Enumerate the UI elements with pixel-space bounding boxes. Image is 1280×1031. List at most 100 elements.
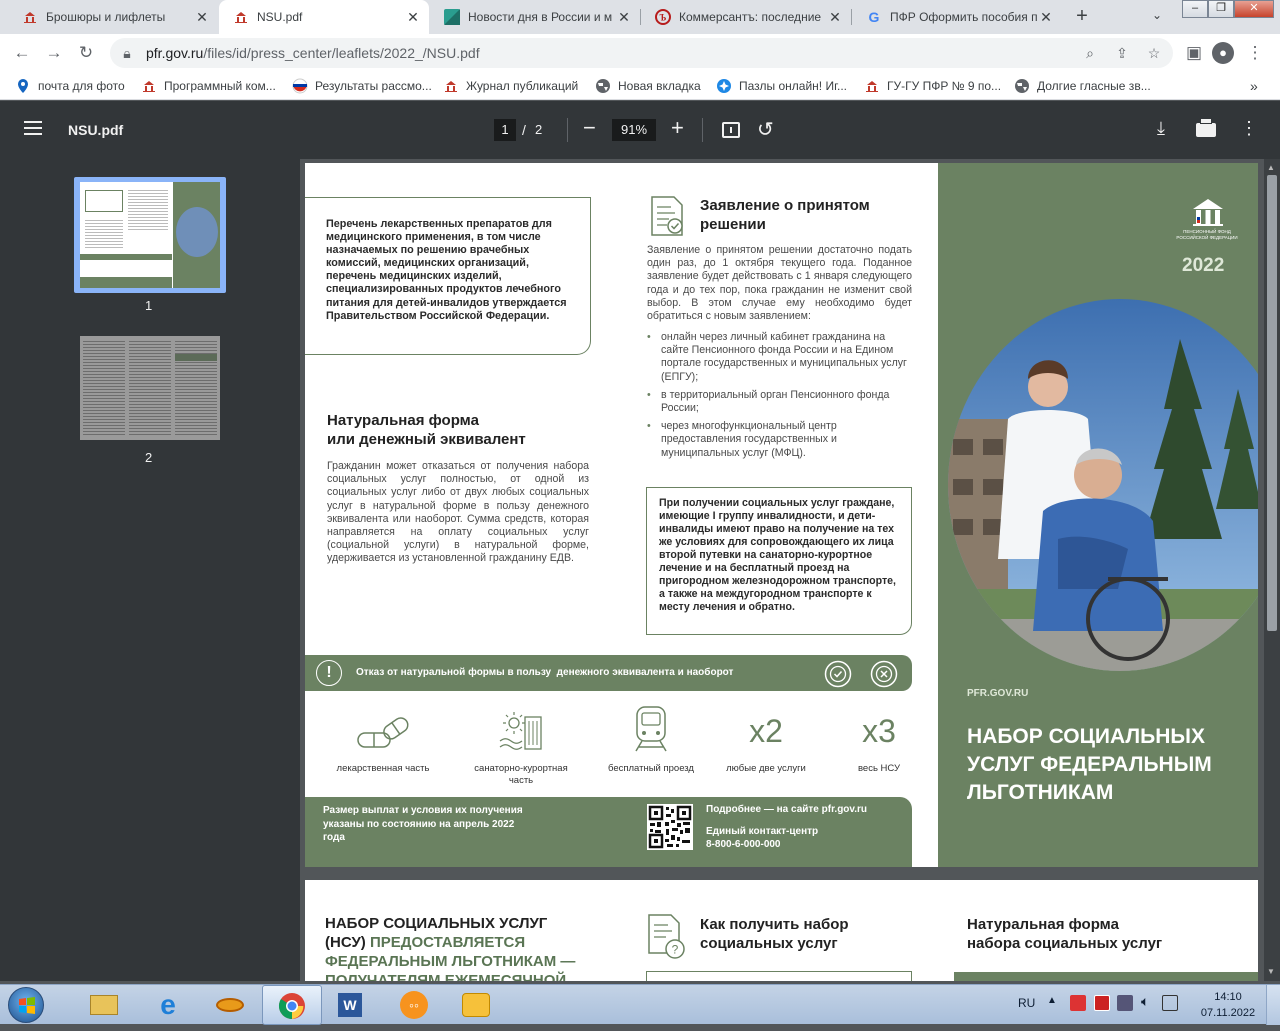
- tray-display-icon[interactable]: [1162, 995, 1178, 1011]
- hamburger-menu-icon[interactable]: [24, 121, 42, 135]
- pdf-viewer[interactable]: Перечень лекарственных препаратов для ме…: [300, 159, 1264, 981]
- close-icon[interactable]: ✕: [194, 9, 210, 25]
- page-separator: /: [522, 122, 526, 138]
- sanatorium-rights-text: При получении социальных услуг граждане,…: [659, 497, 896, 613]
- decision-title-line2: решении: [700, 216, 766, 233]
- share-icon[interactable]: ⇪: [1113, 44, 1131, 62]
- bookmark-item[interactable]: Новая вкладка: [595, 78, 701, 94]
- natural-set-title-line1: Натуральная форма: [967, 916, 1119, 933]
- forward-button[interactable]: →: [41, 40, 67, 66]
- app-mail-icon[interactable]: [458, 989, 494, 1021]
- internet-explorer-icon[interactable]: e: [150, 989, 186, 1021]
- natural-form-title-line2: или денежный эквивалент: [327, 431, 526, 448]
- tray-network-icon[interactable]: [1117, 995, 1133, 1011]
- url-path: /files/id/press_center/leaflets/2022_/NS…: [203, 45, 480, 61]
- bookmark-item[interactable]: Журнал публикаций: [443, 78, 578, 94]
- rotate-icon[interactable]: ↺: [757, 117, 774, 142]
- bookmark-item[interactable]: Программный ком...: [141, 78, 276, 94]
- scrollbar-thumb[interactable]: [1267, 175, 1277, 631]
- tab-kommersant[interactable]: Ъ Коммерсантъ: последние ✕: [641, 0, 851, 34]
- lock-icon[interactable]: 🔒︎: [118, 44, 136, 62]
- volume-icon[interactable]: 🔈︎: [1141, 993, 1149, 1010]
- bookmarks-overflow-icon[interactable]: »: [1250, 78, 1258, 94]
- x2-mark: x2: [749, 713, 783, 749]
- bookmark-label: ГУ-ГУ ПФР № 9 по...: [887, 79, 1002, 93]
- pfr-logo-icon: [235, 12, 247, 23]
- download-icon[interactable]: ⤓: [1157, 118, 1165, 139]
- address-bar[interactable]: 🔒︎ pfr.gov.ru/files/id/press_center/leaf…: [110, 38, 1173, 68]
- icon-label: санаторно-курортная часть: [474, 763, 568, 786]
- bookmark-label: Журнал публикаций: [466, 79, 579, 93]
- close-icon[interactable]: ✕: [827, 9, 843, 25]
- zoom-out-icon[interactable]: −: [583, 116, 596, 140]
- news-site-icon: [444, 9, 460, 25]
- zoom-search-icon[interactable]: ⌕: [1081, 44, 1099, 62]
- icon-label: весь НСУ: [857, 763, 900, 774]
- close-icon[interactable]: ✕: [616, 9, 632, 25]
- fit-to-page-icon[interactable]: [722, 122, 740, 138]
- tab-news[interactable]: Новости дня в России и м ✕: [430, 0, 640, 34]
- menu-dots-icon[interactable]: ⋮: [1242, 40, 1268, 66]
- tray-app-icon[interactable]: [1094, 995, 1110, 1011]
- close-icon[interactable]: ✕: [405, 9, 421, 25]
- print-icon[interactable]: [1196, 118, 1216, 137]
- tab-nsu-pdf[interactable]: NSU.pdf ✕: [219, 0, 429, 34]
- pdf-page-1: Перечень лекарственных препаратов для ме…: [305, 163, 1258, 867]
- word-icon[interactable]: W: [332, 989, 368, 1021]
- cover-site: PFR.GOV.RU: [967, 688, 1029, 699]
- maximize-button[interactable]: ❐: [1208, 0, 1234, 18]
- new-tab-button[interactable]: +: [1070, 5, 1094, 29]
- back-button[interactable]: ←: [9, 40, 35, 66]
- document-question-icon: ?: [648, 914, 685, 959]
- app-odnoklassniki-icon[interactable]: ◦◦: [396, 989, 432, 1021]
- language-indicator[interactable]: RU: [1018, 996, 1035, 1010]
- tray-expand-icon[interactable]: ▲: [1047, 995, 1057, 1006]
- tray-security-icon[interactable]: [1070, 995, 1086, 1011]
- pdf-toolbar: NSU.pdf 1 / 2 − 91% + ↺ ⤓ ⋮: [0, 101, 1280, 159]
- bookmark-item[interactable]: Результаты рассмо...: [292, 78, 432, 94]
- scroll-down-icon[interactable]: ▼: [1267, 967, 1275, 976]
- tab-brochures[interactable]: Брошюры и лифлеты ✕: [8, 0, 218, 34]
- thumbnail-page-2[interactable]: [80, 336, 220, 440]
- drugs-list-text: Перечень лекарственных препаратов для ме…: [326, 218, 567, 322]
- show-desktop-button[interactable]: [1266, 985, 1280, 1025]
- page-number-input[interactable]: 1: [494, 119, 516, 141]
- close-icon[interactable]: ✕: [1038, 9, 1054, 25]
- pfr-logo-icon: [866, 81, 878, 92]
- footer-contact-label: Единый контакт-центр: [706, 826, 819, 837]
- natural-form-text: Гражданин может отказаться от получения …: [327, 460, 589, 565]
- scroll-up-icon[interactable]: ▲: [1267, 163, 1275, 172]
- explorer-icon[interactable]: [86, 989, 122, 1021]
- bookmark-item[interactable]: Пазлы онлайн! Иг...: [716, 78, 847, 94]
- profile-avatar[interactable]: ●: [1212, 42, 1234, 64]
- zoom-level-input[interactable]: 91%: [612, 119, 656, 141]
- how-title-line2: социальных услуг: [700, 935, 838, 952]
- tab-search-chevron-icon[interactable]: ⌄: [1152, 8, 1162, 22]
- app-eye-icon[interactable]: [212, 989, 248, 1021]
- bookmark-item[interactable]: Долгие гласные зв...: [1014, 78, 1151, 94]
- zoom-in-icon[interactable]: +: [671, 116, 684, 140]
- train-icon: [635, 706, 667, 752]
- clock-time[interactable]: 14:10: [1200, 991, 1256, 1003]
- bookmark-item[interactable]: почта для фото: [15, 78, 125, 94]
- decision-title-line1: Заявление о принятом: [700, 197, 870, 214]
- window-close-button[interactable]: ✕: [1234, 0, 1274, 18]
- vertical-scrollbar[interactable]: ▲ ▼: [1264, 159, 1280, 981]
- side-panel-icon[interactable]: ▣: [1181, 40, 1207, 66]
- url-host: pfr.gov.ru: [146, 45, 204, 61]
- thumbnail-page-1[interactable]: [80, 182, 220, 288]
- globe-icon: [596, 79, 610, 93]
- bookmark-item[interactable]: ГУ-ГУ ПФР № 9 по...: [864, 78, 1001, 94]
- start-button[interactable]: [8, 987, 44, 1023]
- bookmark-star-icon[interactable]: ☆: [1145, 44, 1163, 62]
- footer-more-info: Подробнее — на сайте pfr.gov.ru: [706, 804, 868, 815]
- minimize-button[interactable]: –: [1182, 0, 1208, 18]
- pfr-logo-text: ПЕНСИОННЫЙ ФОНД РОССИЙСКОЙ ФЕДЕРАЦИИ: [1176, 229, 1238, 240]
- tab-pfr-benefits[interactable]: G ПФР Оформить пособия п ✕: [852, 0, 1062, 34]
- reload-button[interactable]: ↻: [73, 40, 99, 66]
- toolbar-divider: [702, 118, 703, 142]
- more-actions-icon[interactable]: ⋮: [1240, 118, 1258, 139]
- taskbar-chrome[interactable]: [262, 985, 322, 1025]
- clock-date[interactable]: 07.11.2022: [1195, 1007, 1261, 1019]
- list-item: • в территориальный орган Пенсионного фон…: [647, 388, 890, 415]
